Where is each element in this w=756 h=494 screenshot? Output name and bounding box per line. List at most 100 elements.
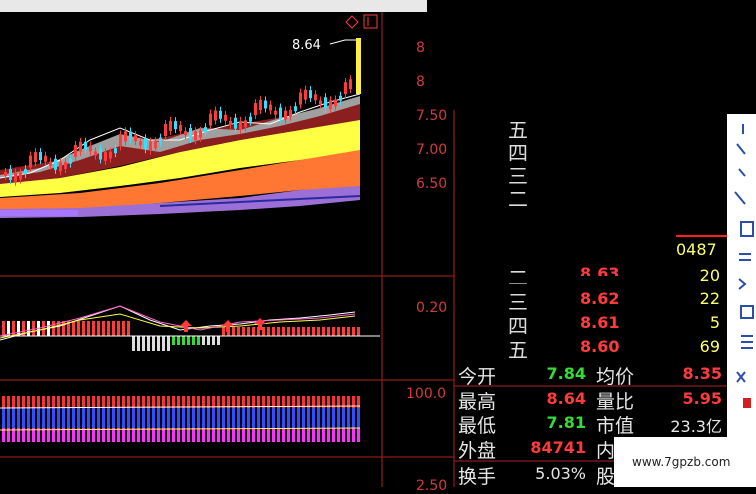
ind2-bar-blue [132, 408, 135, 428]
ind2-bar-red [197, 396, 200, 408]
ind2-bar-blue [247, 408, 250, 428]
ind2-bar-magenta [152, 428, 155, 442]
mcap-label: 市值 [596, 415, 635, 437]
ind2-bar-magenta [92, 428, 95, 442]
ind2-bar-blue [277, 408, 280, 428]
ind2-bar-blue [62, 408, 65, 428]
y-tick-4: 7.00 [416, 142, 448, 158]
ind2-bar-red [177, 396, 180, 408]
macd-bar [287, 327, 290, 336]
ind2-bar-blue [97, 408, 100, 428]
indicator-panel-2 [0, 396, 361, 442]
macd-bar [302, 327, 305, 336]
ind2-bar-magenta [167, 428, 170, 442]
ind2-bar-red [182, 396, 185, 408]
macd-bar [282, 327, 285, 336]
macd-bar [247, 327, 250, 336]
ind2-bar-magenta [102, 428, 105, 442]
ind2-bar-magenta [97, 428, 100, 442]
ind2-bar-red [152, 396, 155, 408]
ind2-bar-blue [47, 408, 50, 428]
ind2-bar-magenta [247, 428, 250, 442]
macd-bar [342, 327, 345, 336]
ind2-bar-blue [332, 408, 335, 428]
ind2-bar-magenta [287, 428, 290, 442]
macd-bar [232, 327, 235, 336]
ind2-bar-blue [322, 408, 325, 428]
macd-bar [167, 336, 170, 351]
macd-bar [122, 321, 125, 336]
diamond-icon [345, 15, 359, 29]
ind2-bar-blue [227, 408, 230, 428]
macd-bar [32, 321, 35, 336]
ind2-bar-blue [192, 408, 195, 428]
macd-bar [207, 336, 210, 345]
ind2-bar-blue [52, 408, 55, 428]
right-toolbar[interactable] [727, 114, 756, 438]
ind2-bar-red [192, 396, 195, 408]
ind2-bar-blue [117, 408, 120, 428]
candle [304, 85, 307, 104]
ind2-bar-red [157, 396, 160, 408]
ind2-bar-red [92, 396, 95, 408]
ind2-bar-red [52, 396, 55, 408]
ind2-bar-magenta [87, 428, 90, 442]
ind2-bar-blue [352, 408, 355, 428]
buy-level-5: 五 [508, 338, 528, 362]
open-value: 7.84 [546, 364, 586, 383]
macd-bar [187, 336, 190, 345]
ind2-bar-red [187, 396, 190, 408]
ind2-bar-magenta [237, 428, 240, 442]
ind2-bar-red [127, 396, 130, 408]
y-tick-2: 8 [416, 74, 425, 90]
ind2-bar-magenta [242, 428, 245, 442]
ind2-bar-blue [312, 408, 315, 428]
ind2-bar-magenta [257, 428, 260, 442]
macd-bar [142, 336, 145, 351]
last-candle [356, 38, 361, 94]
ind2-bar-blue [197, 408, 200, 428]
macd-bar [92, 321, 95, 336]
ind2-bar-blue [327, 408, 330, 428]
ind2-bar-red [32, 396, 35, 408]
candle [219, 106, 222, 123]
ind2-bar-blue [82, 408, 85, 428]
ind2-bar-red [212, 396, 215, 408]
buy-vol-3: 22 [699, 289, 720, 308]
avg-value: 8.35 [682, 364, 722, 383]
ind2-bar-red [17, 396, 20, 408]
ind2-bar-blue [122, 408, 125, 428]
buy-price-3: 8.62 [580, 289, 620, 308]
ind2-bar-blue [152, 408, 155, 428]
ind2-bar-red [77, 396, 80, 408]
ind2-bar-blue [217, 408, 220, 428]
ind2-bar-blue [242, 408, 245, 428]
outer-label: 外盘 [458, 440, 497, 462]
high-price-label: 8.64 [292, 38, 321, 53]
kline-chart-area[interactable] [0, 0, 756, 487]
macd-bar [217, 336, 220, 345]
macd-bar [347, 327, 350, 336]
macd-bar [357, 327, 360, 336]
y-tick-1: 8 [416, 40, 425, 56]
y-tick-5: 6.50 [416, 176, 448, 192]
ind2-bar-blue [147, 408, 150, 428]
ind2-bar-magenta [272, 428, 275, 442]
ind2-bar-blue [137, 408, 140, 428]
ind2-tick-2: 2.50 [416, 478, 448, 494]
ind2-bar-magenta [72, 428, 75, 442]
ind2-bar-blue [337, 408, 340, 428]
ind2-bar-magenta [347, 428, 350, 442]
ind2-bar-blue [77, 408, 80, 428]
ind2-bar-magenta [317, 428, 320, 442]
macd-bar [152, 336, 155, 351]
macd-bar [97, 321, 100, 336]
ind2-bar-magenta [292, 428, 295, 442]
ind2-bar-blue [32, 408, 35, 428]
macd-bar [237, 327, 240, 336]
ind2-bar-blue [287, 408, 290, 428]
open-label: 今开 [458, 366, 497, 388]
macd-bar [352, 327, 355, 336]
macd-bar [162, 336, 165, 351]
ind2-bar-red [22, 396, 25, 408]
